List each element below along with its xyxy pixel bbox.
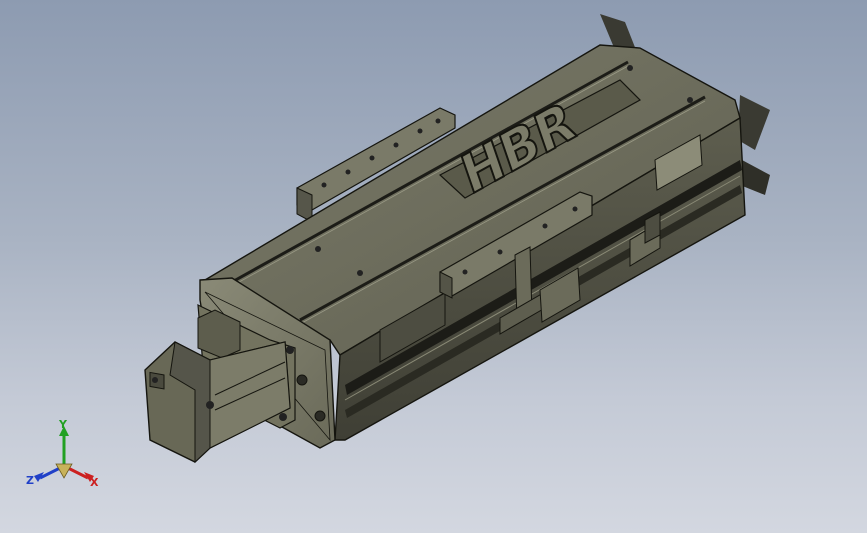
linear-actuator-model[interactable]: HBR <box>0 0 867 533</box>
triad-y-label: Y <box>58 418 68 431</box>
triad-x-label: X <box>90 476 99 489</box>
coordinate-triad: Y X Z <box>26 418 99 489</box>
triad-y-axis <box>59 426 69 466</box>
triad-z-label: Z <box>26 474 34 487</box>
graphics-viewport[interactable]: HBR Y X Z <box>0 0 867 533</box>
